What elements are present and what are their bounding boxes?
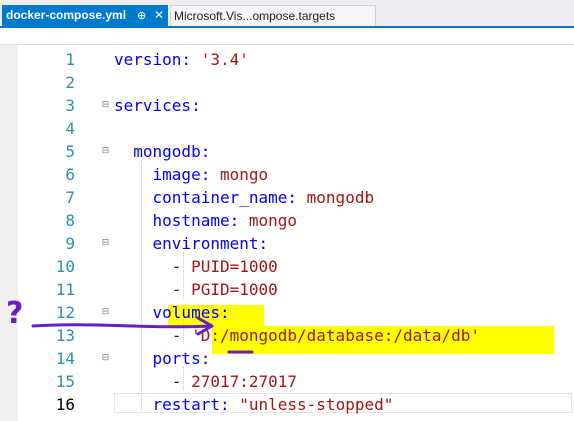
document-tab-bar: docker-compose.yml ⊕ ✕ Microsoft.Vis...o… (0, 0, 574, 27)
yaml-key: environment: (114, 234, 269, 253)
line-number: 11 (55, 280, 75, 299)
yaml-key: container_name: (114, 188, 307, 207)
line-number: 8 (65, 211, 75, 230)
yaml-key: restart: (114, 395, 240, 414)
editor-navigation-bar (0, 28, 574, 45)
pin-icon[interactable]: ⊕ (137, 5, 146, 26)
code-text: image: mongo (114, 163, 269, 186)
collapse-icon[interactable]: ⊟ (101, 140, 110, 163)
yaml-value: 27017:27017 (191, 372, 298, 391)
yaml-value: 'D:/mongodb/database:/data/db' (191, 326, 481, 345)
code-line[interactable]: 9 ⊟ environment: (0, 232, 574, 255)
code-line[interactable]: 8 hostname: mongo (0, 209, 574, 232)
code-line[interactable]: 1 version: '3.4' (0, 48, 574, 71)
line-number: 7 (65, 188, 75, 207)
yaml-value: mongo (248, 211, 298, 230)
yaml-value: "unless-stopped" (239, 395, 394, 414)
collapse-icon[interactable]: ⊟ (101, 301, 110, 324)
code-text: volumes: (114, 301, 230, 324)
yaml-key: image: (114, 165, 220, 184)
line-number: 10 (55, 257, 75, 276)
code-line[interactable]: 10 - PUID=1000 (0, 255, 574, 278)
yaml-key: version: (114, 50, 201, 69)
code-text: - 'D:/mongodb/database:/data/db' (114, 324, 480, 347)
yaml-key: hostname: (114, 211, 249, 230)
code-line[interactable]: 3 ⊟ services: (0, 94, 574, 117)
yaml-key: services: (114, 96, 201, 115)
code-line[interactable]: 15 - 27017:27017 (0, 370, 574, 393)
tab-label: Microsoft.Vis...ompose.targets (174, 9, 336, 23)
code-text: hostname: mongo (114, 209, 298, 232)
yaml-value: '3.4' (200, 50, 249, 69)
line-number: 16 (55, 395, 75, 414)
question-mark-annotation: ? (6, 296, 24, 331)
code-line[interactable]: 11 - PGID=1000 (0, 278, 574, 301)
yaml-key: volumes: (114, 303, 230, 322)
line-number: 12 (55, 303, 75, 322)
yaml-value: PUID=1000 (191, 257, 278, 276)
code-text: services: (114, 94, 201, 117)
code-line[interactable]: 7 container_name: mongodb (0, 186, 574, 209)
collapse-icon[interactable]: ⊟ (101, 347, 110, 370)
tab-label: docker-compose.yml (6, 8, 127, 22)
line-number: 9 (65, 234, 75, 253)
code-text: environment: (114, 232, 269, 255)
yaml-value: mongodb (306, 188, 375, 207)
code-line[interactable]: 12 ⊟ volumes: (0, 301, 574, 324)
yaml-key: mongodb: (114, 142, 211, 161)
code-text: ports: (114, 347, 211, 370)
code-line[interactable]: 16 restart: "unless-stopped" (0, 393, 574, 416)
code-line[interactable]: 2 (0, 71, 574, 94)
line-number: 4 (65, 119, 75, 138)
line-number: 1 (65, 50, 75, 69)
code-editor[interactable]: 1 version: '3.4' 2 3 ⊟ services: 4 5 ⊟ mongodb: 6… (0, 45, 574, 421)
yaml-value: mongo (219, 165, 269, 184)
code-text: restart: "unless-stopped" (114, 393, 394, 416)
line-number: 13 (55, 326, 75, 345)
yaml-punct: - (114, 326, 192, 345)
code-line[interactable]: 13 - 'D:/mongodb/database:/data/db' (0, 324, 574, 347)
code-text: - PGID=1000 (114, 278, 278, 301)
line-number: 2 (65, 73, 75, 92)
line-number: 14 (55, 349, 75, 368)
line-number: 3 (65, 96, 75, 115)
line-number: 5 (65, 142, 75, 161)
close-icon[interactable]: ✕ (154, 5, 164, 26)
code-line[interactable]: 4 (0, 117, 574, 140)
yaml-value: PGID=1000 (191, 280, 278, 299)
line-number: 15 (55, 372, 75, 391)
code-text: - 27017:27017 (114, 370, 297, 393)
yaml-punct: - (114, 257, 192, 276)
collapse-icon[interactable]: ⊟ (101, 94, 110, 117)
code-line[interactable]: 5 ⊟ mongodb: (0, 140, 574, 163)
code-text: mongodb: (114, 140, 210, 163)
tab-docker-compose-yml[interactable]: docker-compose.yml ⊕ ✕ (2, 5, 168, 26)
tab-microsoft-targets[interactable]: Microsoft.Vis...ompose.targets (170, 5, 376, 26)
code-text: - PUID=1000 (114, 255, 278, 278)
yaml-key: ports: (114, 349, 211, 368)
collapse-icon[interactable]: ⊟ (101, 232, 110, 255)
code-text: container_name: mongodb (114, 186, 375, 209)
code-line[interactable]: 6 image: mongo (0, 163, 574, 186)
yaml-punct: - (114, 372, 192, 391)
line-number: 6 (65, 165, 75, 184)
yaml-punct: - (114, 280, 192, 299)
code-line[interactable]: 14 ⊟ ports: (0, 347, 574, 370)
code-text: version: '3.4' (114, 48, 249, 71)
